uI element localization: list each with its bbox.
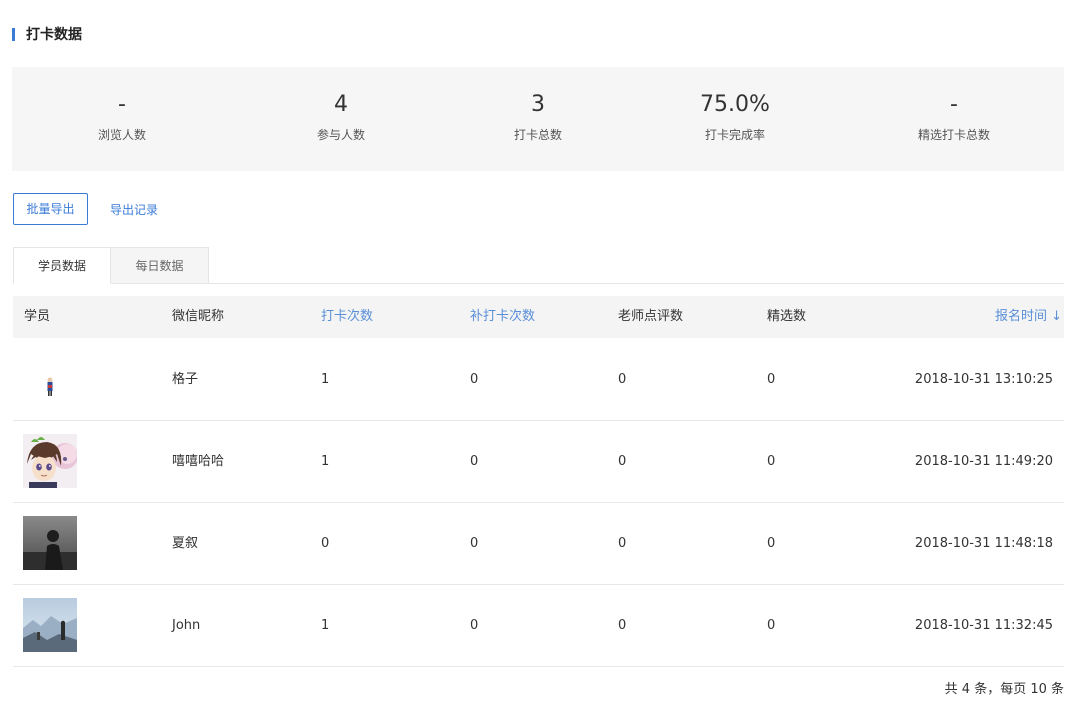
- nickname-cell: 嘻嘻哈哈: [172, 454, 225, 469]
- table-row: 夏叙 0 0 0 0 2018-10-31 11:48:18: [13, 503, 1064, 585]
- table-header: 学员 微信昵称 打卡次数 补打卡次数 老师点评数 精选数 报名时间 ↓: [13, 296, 1064, 338]
- makeup-cell: 0: [470, 618, 479, 633]
- header-teacher-comments: 老师点评数: [618, 309, 684, 324]
- avatar-anime-icon: [23, 434, 77, 488]
- comments-cell: 0: [618, 618, 627, 633]
- stats-panel: - 浏览人数 4 参与人数 3 打卡总数 75.0% 打卡完成率 - 精选打卡总…: [12, 67, 1064, 171]
- signup-time-cell: 2018-10-31 11:32:45: [914, 618, 1053, 633]
- header-student: 学员: [24, 309, 51, 324]
- header-checkins[interactable]: 打卡次数: [321, 296, 373, 338]
- makeup-cell: 0: [470, 536, 479, 551]
- stat-value: 4: [334, 92, 348, 117]
- makeup-cell: 0: [470, 454, 479, 469]
- makeup-cell: 0: [470, 372, 479, 387]
- stat-value: 3: [531, 92, 545, 117]
- tab-daily-data[interactable]: 每日数据: [111, 247, 209, 284]
- avatar-figure-icon: [23, 352, 77, 406]
- featured-cell: 0: [767, 618, 776, 633]
- stat-value: 75.0%: [700, 92, 770, 117]
- stat-value: -: [950, 92, 958, 117]
- header-signup-time[interactable]: 报名时间 ↓: [995, 296, 1062, 338]
- signup-time-cell: 2018-10-31 13:10:25: [914, 372, 1053, 387]
- featured-cell: 0: [767, 454, 776, 469]
- stat-label: 浏览人数: [97, 128, 146, 142]
- stat-label: 精选打卡总数: [917, 128, 990, 142]
- table-row: John 1 0 0 0 2018-10-31 11:32:45: [13, 585, 1064, 667]
- table-row: 格子 1 0 0 0 2018-10-31 13:10:25: [13, 339, 1064, 421]
- tab-bar: 学员数据 每日数据: [13, 247, 1064, 284]
- stat-label: 打卡总数: [513, 128, 562, 142]
- comments-cell: 0: [618, 536, 627, 551]
- section-header: 打卡数据: [12, 26, 82, 43]
- stat-value: -: [118, 92, 126, 117]
- stat-label: 打卡完成率: [704, 128, 765, 142]
- checkins-cell: 1: [321, 372, 330, 387]
- stat-label: 参与人数: [316, 128, 365, 142]
- tab-student-data[interactable]: 学员数据: [13, 247, 111, 284]
- section-title-bar: [12, 27, 15, 41]
- avatar-landscape-icon: [23, 598, 77, 652]
- checkins-cell: 0: [321, 536, 330, 551]
- batch-export-button[interactable]: 批量导出: [13, 193, 88, 225]
- table-row: 嘻嘻哈哈 1 0 0 0 2018-10-31 11:49:20: [13, 421, 1064, 503]
- featured-cell: 0: [767, 372, 776, 387]
- comments-cell: 0: [618, 372, 627, 387]
- header-nickname: 微信昵称: [172, 309, 225, 324]
- header-featured: 精选数: [767, 309, 807, 324]
- section-title: 打卡数据: [26, 27, 82, 43]
- comments-cell: 0: [618, 454, 627, 469]
- header-makeup-checkins[interactable]: 补打卡次数: [470, 296, 535, 338]
- featured-cell: 0: [767, 536, 776, 551]
- nickname-cell: 格子: [172, 372, 199, 387]
- checkins-cell: 1: [321, 454, 330, 469]
- nickname-cell: John: [172, 618, 201, 633]
- export-log-link[interactable]: 导出记录: [110, 201, 158, 218]
- signup-time-cell: 2018-10-31 11:48:18: [914, 536, 1053, 551]
- pagination-info: 共 4 条，每页 10 条: [944, 682, 1064, 697]
- avatar-silhouette-icon: [23, 516, 77, 570]
- checkins-cell: 1: [321, 618, 330, 633]
- signup-time-cell: 2018-10-31 11:49:20: [914, 454, 1053, 469]
- nickname-cell: 夏叙: [172, 536, 199, 551]
